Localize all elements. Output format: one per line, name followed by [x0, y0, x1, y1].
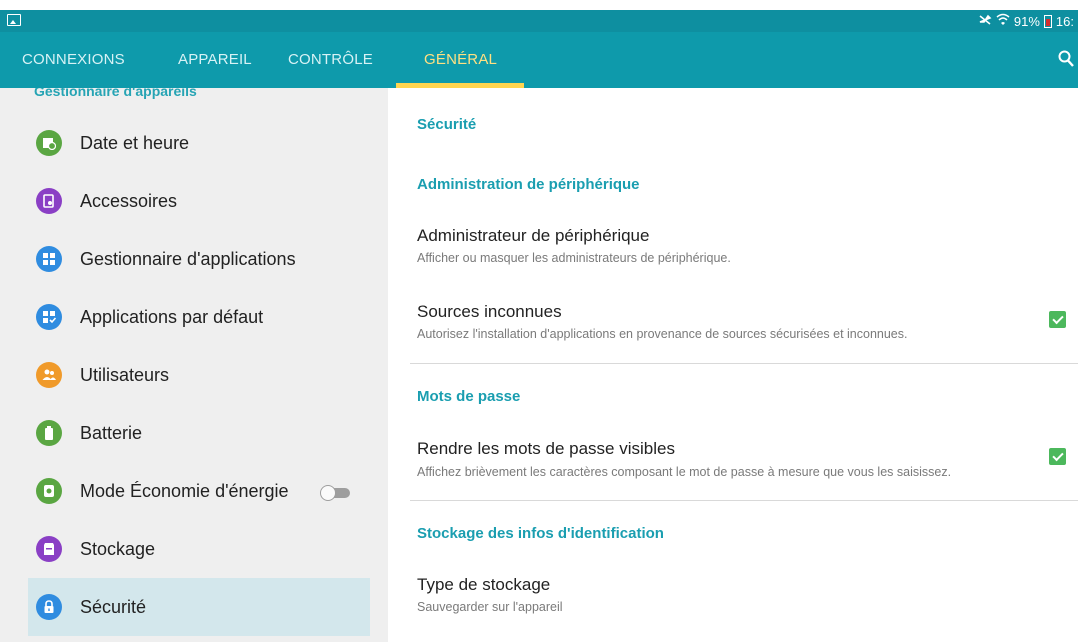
sidebar-item-gestionnaire-applications[interactable]: Gestionnaire d'applications: [28, 230, 370, 288]
setting-title: Rendre les mots de passe visibles: [417, 439, 675, 458]
setting-subtitle: Autorisez l'installation d'applications …: [417, 327, 908, 341]
sidebar-item-label: Utilisateurs: [80, 364, 170, 385]
calendar-clock-icon: [36, 130, 62, 156]
divider: [410, 363, 1078, 364]
sidebar-item-label: Date et heure: [80, 132, 190, 153]
power-saving-icon: [36, 478, 62, 504]
wifi-icon: [996, 13, 1010, 29]
tab-connexions[interactable]: CONNEXIONS: [22, 32, 125, 88]
setting-subtitle: Sauvegarder sur l'appareil: [417, 600, 563, 614]
battery-icon: [1043, 14, 1052, 28]
settings-content: Sécurité Administration de périphérique …: [388, 88, 1078, 642]
battery-percent: 91%: [1013, 13, 1040, 29]
setting-subtitle: Afficher ou masquer les administrateurs …: [417, 251, 731, 265]
sidebar-section-header: Gestionnaire d'appareils: [34, 88, 197, 99]
settings-sidebar: Gestionnaire d'appareils Date et heure A…: [0, 88, 388, 642]
sidebar-item-batterie[interactable]: Batterie: [28, 404, 370, 462]
battery-icon: [36, 420, 62, 446]
sidebar-item-label: Gestionnaire d'applications: [80, 248, 296, 269]
sidebar-item-label: Mode Économie d'énergie: [80, 480, 289, 501]
mots-de-passe-visibles-checkbox[interactable]: [1049, 448, 1066, 465]
sidebar-item-date-heure[interactable]: Date et heure: [28, 114, 370, 172]
toggle-knob: [320, 485, 336, 501]
apps-grid-icon: [36, 246, 62, 272]
section-header-administration: Administration de périphérique: [417, 176, 640, 193]
power-saving-toggle[interactable]: [320, 485, 352, 501]
sidebar-item-securite[interactable]: Sécurité: [28, 578, 370, 636]
sources-inconnues-checkbox[interactable]: [1049, 311, 1066, 328]
sidebar-item-label: Accessoires: [80, 190, 178, 211]
section-header-mots-de-passe: Mots de passe: [417, 388, 521, 405]
setting-subtitle: Affichez brièvement les caractères compo…: [417, 465, 952, 479]
tab-appareil[interactable]: APPAREIL: [178, 32, 252, 88]
tab-bar: CONNEXIONS APPAREIL CONTRÔLE GÉNÉRAL: [0, 32, 1078, 88]
sidebar-item-utilisateurs[interactable]: Utilisateurs: [28, 346, 370, 404]
mute-icon: [978, 14, 992, 29]
sidebar-item-label: Applications par défaut: [80, 306, 264, 327]
tab-controle[interactable]: CONTRÔLE: [288, 32, 373, 88]
accessory-icon: [36, 188, 62, 214]
users-icon: [36, 362, 62, 388]
tab-general[interactable]: GÉNÉRAL: [424, 32, 497, 88]
storage-icon: [36, 536, 62, 562]
setting-title: Administrateur de périphérique: [417, 226, 650, 245]
search-icon[interactable]: [1058, 50, 1074, 68]
sidebar-item-label: Stockage: [80, 538, 156, 559]
sidebar-item-accessoires[interactable]: Accessoires: [28, 172, 370, 230]
status-bar: 91% 16:: [0, 10, 1078, 32]
clock: 16:: [1055, 13, 1074, 29]
lock-icon: [36, 594, 62, 620]
sidebar-item-label: Batterie: [80, 422, 143, 443]
section-header-stockage-identification: Stockage des infos d'identification: [417, 525, 664, 542]
sidebar-item-label: Sécurité: [80, 596, 147, 617]
sidebar-item-stockage[interactable]: Stockage: [28, 520, 370, 578]
setting-title: Sources inconnues: [417, 302, 562, 321]
setting-title: Type de stockage: [417, 575, 551, 594]
page-title: Sécurité: [417, 116, 477, 133]
gallery-icon: [7, 14, 21, 26]
sidebar-item-applications-defaut[interactable]: Applications par défaut: [28, 288, 370, 346]
sidebar-item-economie-energie[interactable]: Mode Économie d'énergie: [28, 462, 370, 520]
divider: [410, 500, 1078, 501]
status-indicators: 91% 16:: [978, 13, 1074, 29]
default-apps-icon: [36, 304, 62, 330]
